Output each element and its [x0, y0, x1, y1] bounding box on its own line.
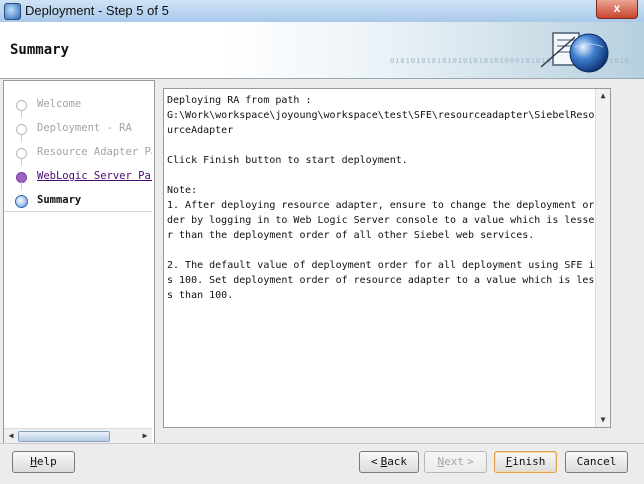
step-label: Summary — [37, 194, 82, 206]
summary-text: Deploying RA from path : G:\Work\workspa… — [167, 95, 595, 301]
step-label: WebLogic Server Par — [37, 170, 152, 182]
scrollbar-thumb[interactable] — [18, 431, 110, 442]
step-deployment-ra[interactable]: Deployment - RA — [4, 117, 152, 141]
window-title: Deployment - Step 5 of 5 — [25, 3, 169, 18]
wizard-steps-panel: Welcome Deployment - RA Resource Adapter… — [3, 80, 155, 444]
scroll-right-icon[interactable]: ▶ — [139, 430, 151, 442]
chevron-left-icon: < — [370, 455, 378, 468]
close-button[interactable]: x — [596, 0, 638, 19]
page-title: Summary — [10, 42, 70, 58]
step-label: Deployment - RA — [37, 122, 132, 134]
step-resource-adapter[interactable]: Resource Adapter Pa — [4, 141, 152, 165]
current-step-icon — [15, 195, 28, 208]
step-welcome[interactable]: Welcome — [4, 93, 152, 117]
header-banner: Summary 01010101010101010101010001010101… — [0, 22, 644, 79]
nav-horizontal-scrollbar[interactable]: ◀ ▶ — [4, 428, 152, 443]
chevron-right-icon: > — [466, 455, 474, 468]
wizard-graphic-icon — [540, 32, 609, 73]
scroll-left-icon[interactable]: ◀ — [5, 430, 17, 442]
next-button[interactable]: Next > — [424, 451, 487, 473]
back-button[interactable]: < Back — [359, 451, 419, 473]
step-weblogic-server[interactable]: WebLogic Server Par — [4, 165, 152, 189]
title-bar[interactable]: Deployment - Step 5 of 5 x — [0, 0, 644, 23]
finish-button[interactable]: Finish — [494, 451, 557, 473]
footer-divider — [0, 443, 644, 444]
step-label: Resource Adapter Pa — [37, 146, 152, 158]
app-icon — [4, 3, 21, 20]
content-vertical-scrollbar[interactable]: ▲ ▼ — [595, 89, 610, 427]
help-button[interactable]: Help — [12, 451, 75, 473]
summary-text-area[interactable]: Deploying RA from path : G:\Work\workspa… — [163, 88, 611, 428]
step-summary[interactable]: Summary — [4, 189, 152, 213]
scroll-up-icon[interactable]: ▲ — [597, 90, 609, 102]
wizard-steps-list: Welcome Deployment - RA Resource Adapter… — [4, 93, 152, 213]
scroll-down-icon[interactable]: ▼ — [597, 414, 609, 426]
deployment-wizard-window: Deployment - Step 5 of 5 x Summary 01010… — [0, 0, 644, 484]
cancel-button[interactable]: Cancel — [565, 451, 628, 473]
step-label: Welcome — [37, 98, 82, 110]
